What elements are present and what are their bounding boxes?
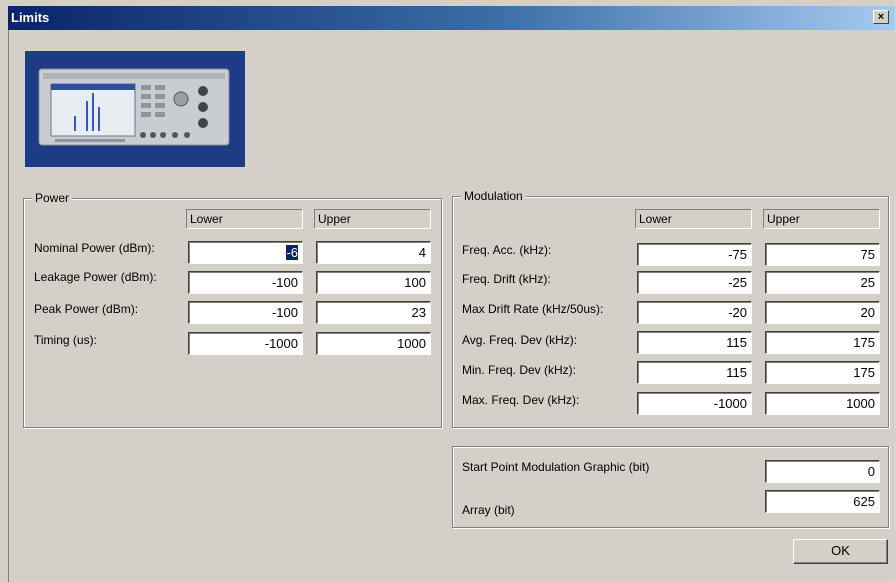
max-drift-rate-label: Max Drift Rate (kHz/50us):: [462, 302, 604, 316]
nominal-power-lower-field[interactable]: -6: [188, 241, 303, 264]
avg-freq-dev-label: Avg. Freq. Dev (kHz):: [462, 333, 578, 347]
max-freq-dev-lower-field[interactable]: -1000: [637, 392, 752, 415]
peak-power-lower-field[interactable]: -100: [188, 301, 303, 324]
timing-lower-field[interactable]: -1000: [188, 332, 303, 355]
graphic-group: [452, 446, 889, 528]
leakage-power-label: Leakage Power (dBm):: [34, 270, 157, 284]
start-point-label: Start Point Modulation Graphic (bit): [462, 460, 650, 474]
freq-acc-lower-field[interactable]: -75: [637, 243, 752, 266]
window-edge: [8, 30, 9, 582]
window-title: Limits: [11, 10, 50, 25]
nominal-power-label: Nominal Power (dBm):: [34, 241, 155, 255]
power-lower-header: Lower: [186, 209, 303, 229]
freq-acc-label: Freq. Acc. (kHz):: [462, 243, 552, 257]
freq-acc-upper-field[interactable]: 75: [765, 243, 880, 266]
array-label: Array (bit): [462, 503, 515, 517]
peak-power-label: Peak Power (dBm):: [34, 302, 139, 316]
start-point-field[interactable]: 0: [765, 460, 880, 483]
instrument-icon: [25, 51, 245, 167]
modulation-upper-header: Upper: [763, 209, 880, 229]
avg-freq-dev-upper-field[interactable]: 175: [765, 331, 880, 354]
leakage-power-lower-field[interactable]: -100: [188, 271, 303, 294]
peak-power-upper-field[interactable]: 23: [316, 301, 431, 324]
freq-drift-upper-field[interactable]: 25: [765, 271, 880, 294]
modulation-legend: Modulation: [461, 189, 526, 203]
instrument-picture: [25, 51, 245, 167]
array-field[interactable]: 625: [765, 490, 880, 513]
nominal-power-lower-value: -6: [286, 245, 298, 260]
leakage-power-upper-field[interactable]: 100: [316, 271, 431, 294]
power-legend: Power: [32, 191, 73, 205]
close-button[interactable]: ×: [873, 10, 889, 24]
timing-label: Timing (us):: [34, 333, 97, 347]
title-bar[interactable]: Limits ×: [8, 6, 895, 30]
min-freq-dev-lower-field[interactable]: 115: [637, 361, 752, 384]
max-freq-dev-upper-field[interactable]: 1000: [765, 392, 880, 415]
ok-button[interactable]: OK: [793, 539, 888, 564]
modulation-lower-header: Lower: [635, 209, 752, 229]
freq-drift-label: Freq. Drift (kHz):: [462, 272, 551, 286]
max-drift-rate-lower-field[interactable]: -20: [637, 301, 752, 324]
nominal-power-upper-field[interactable]: 4: [316, 241, 431, 264]
close-icon: ×: [877, 11, 885, 23]
power-upper-header: Upper: [314, 209, 431, 229]
max-freq-dev-label: Max. Freq. Dev (kHz):: [462, 393, 580, 407]
min-freq-dev-label: Min. Freq. Dev (kHz):: [462, 363, 577, 377]
freq-drift-lower-field[interactable]: -25: [637, 271, 752, 294]
max-drift-rate-upper-field[interactable]: 20: [765, 301, 880, 324]
min-freq-dev-upper-field[interactable]: 175: [765, 361, 880, 384]
timing-upper-field[interactable]: 1000: [316, 332, 431, 355]
avg-freq-dev-lower-field[interactable]: 115: [637, 331, 752, 354]
